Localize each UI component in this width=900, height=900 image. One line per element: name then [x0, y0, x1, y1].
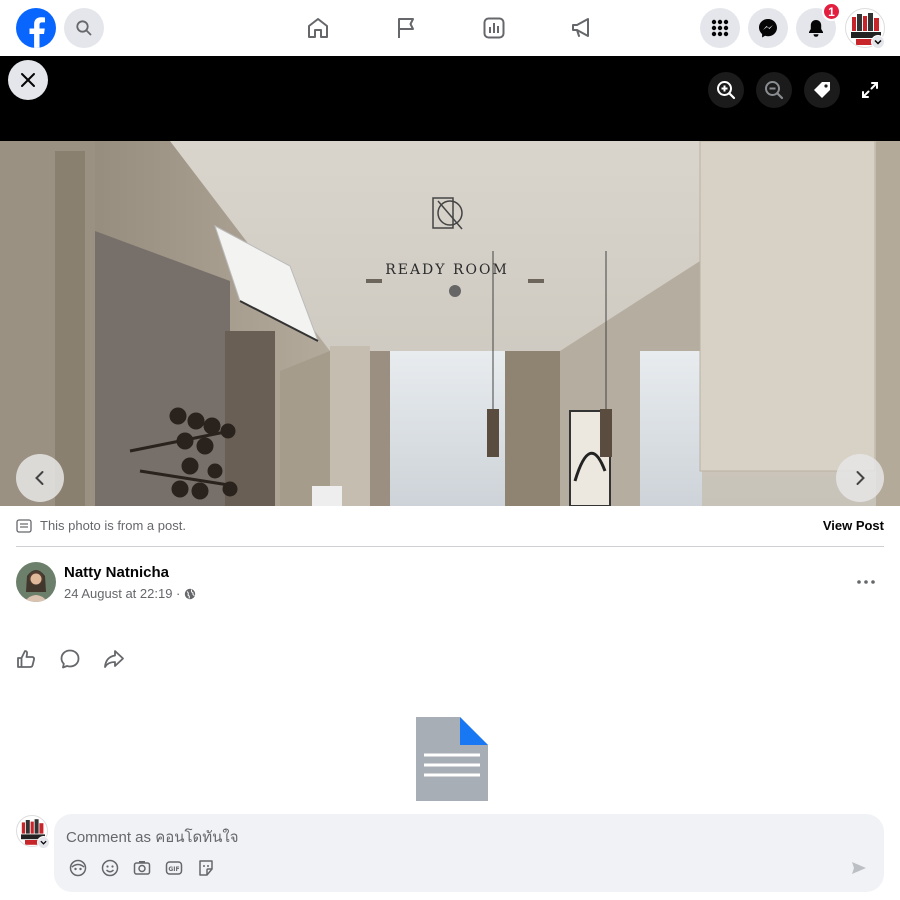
share-button[interactable] [102, 647, 126, 671]
sticker-icon [199, 860, 213, 876]
nav-insights[interactable] [480, 14, 508, 42]
chevron-down-icon [874, 39, 882, 45]
photo-source-note: This photo is from a post. [16, 518, 186, 533]
fullscreen-button[interactable] [852, 72, 888, 108]
previous-photo-button[interactable] [16, 454, 64, 502]
bell-icon [809, 20, 823, 37]
next-photo-button[interactable] [836, 454, 884, 502]
comment-bubble-icon [60, 649, 80, 669]
post-timestamp: 24 August at 22:19 · [64, 586, 196, 601]
comment-input[interactable]: Comment as คอนโดทันใจ GIF [54, 814, 884, 892]
switch-profile-button[interactable] [37, 836, 50, 849]
comment-button[interactable] [58, 647, 82, 671]
send-comment-button[interactable] [849, 858, 869, 878]
camera-icon [133, 861, 151, 875]
avatar-sticker-button[interactable] [68, 858, 88, 878]
divider [16, 546, 884, 547]
comment-placeholder: Comment as คอนโดทันใจ [66, 829, 239, 846]
photo-source-text: This photo is from a post. [40, 518, 186, 533]
tag-icon [814, 82, 830, 98]
like-button[interactable] [14, 647, 38, 671]
messenger-button[interactable] [748, 8, 788, 48]
photo-viewer: READY ROOM [0, 56, 900, 506]
chevron-right-icon [856, 471, 865, 485]
thumbs-up-icon [17, 650, 35, 668]
sticker-button[interactable] [196, 858, 216, 878]
post-timestamp-text[interactable]: 24 August at 22:19 · [64, 586, 180, 601]
home-icon [308, 18, 328, 38]
chevron-left-icon [35, 471, 44, 485]
zoom-out-icon [765, 81, 784, 100]
account-menu-button[interactable] [871, 35, 885, 49]
search-button[interactable] [64, 8, 104, 48]
expand-icon [862, 82, 878, 98]
smiley-icon [101, 859, 119, 877]
messenger-icon [759, 19, 777, 38]
photo-attach-button[interactable] [132, 858, 152, 878]
svg-text:GIF: GIF [168, 866, 179, 873]
send-icon [852, 862, 866, 874]
post-icon [16, 518, 32, 533]
nav-home[interactable] [304, 14, 332, 42]
grid-menu-icon [711, 19, 729, 37]
top-navigation-bar: 1 [0, 0, 900, 56]
view-post-link[interactable]: View Post [823, 518, 884, 533]
close-viewer-button[interactable] [8, 60, 48, 100]
photo-brand-text: READY ROOM [385, 262, 509, 278]
facebook-logo-icon[interactable] [16, 8, 56, 48]
author-photo [16, 562, 56, 602]
more-options-icon [857, 580, 875, 584]
gif-icon: GIF [165, 861, 183, 875]
globe-icon [185, 588, 196, 599]
tag-photo-button[interactable] [804, 72, 840, 108]
author-name[interactable]: Natty Natnicha [64, 564, 169, 581]
megaphone-icon [572, 18, 589, 37]
zoom-out-button[interactable] [756, 72, 792, 108]
author-avatar[interactable] [16, 562, 56, 602]
room-photo-illustration: READY ROOM [0, 141, 900, 506]
zoom-in-button[interactable] [708, 72, 744, 108]
menu-button[interactable] [700, 8, 740, 48]
document-icon [414, 715, 490, 803]
close-icon [21, 73, 35, 87]
notification-badge: 1 [822, 2, 841, 21]
nav-pages[interactable] [392, 14, 420, 42]
avatar-face-icon [69, 859, 87, 877]
share-arrow-icon [104, 650, 124, 668]
post-photo: READY ROOM [0, 141, 900, 506]
search-icon [76, 20, 92, 36]
flag-icon [398, 18, 414, 38]
post-options-button[interactable] [852, 568, 880, 596]
gif-button[interactable]: GIF [164, 858, 184, 878]
emoji-button[interactable] [100, 858, 120, 878]
zoom-in-icon [717, 81, 736, 100]
nav-ads[interactable] [568, 14, 596, 42]
bar-chart-icon [483, 17, 505, 39]
chevron-down-icon [40, 840, 47, 845]
